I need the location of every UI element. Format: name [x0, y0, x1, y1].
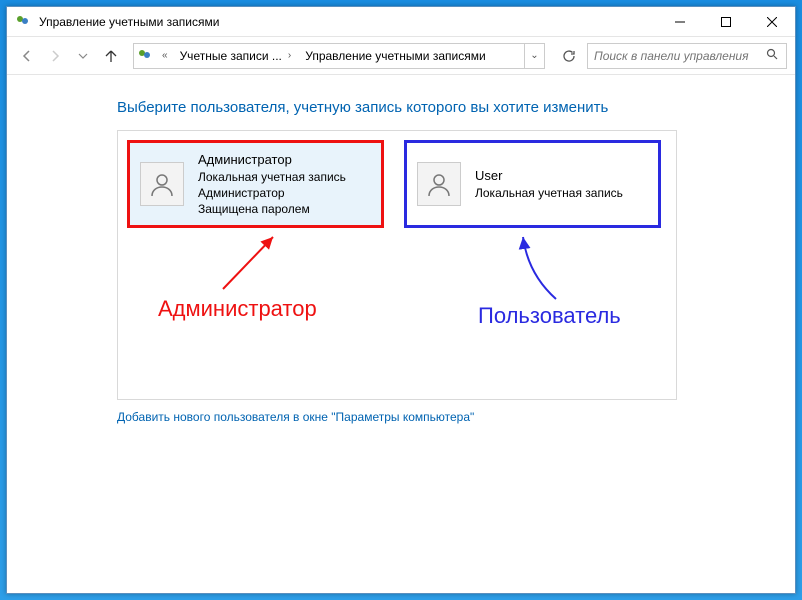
user-password-status: Защищена паролем: [198, 201, 346, 217]
chevron-right-icon: ›: [282, 50, 297, 61]
annotation-admin-label: Администратор: [158, 296, 317, 322]
add-user-link[interactable]: Добавить нового пользователя в окне "Пар…: [117, 410, 474, 424]
breadcrumb-chevron-icon[interactable]: «: [156, 50, 174, 61]
user-card-user[interactable]: User Локальная учетная запись: [405, 141, 660, 227]
avatar-icon: [140, 162, 184, 206]
window-controls: [657, 7, 795, 37]
breadcrumb-icon: [134, 48, 156, 64]
window-frame: Управление учетными записями: [6, 6, 796, 594]
back-button[interactable]: [15, 44, 39, 68]
user-role: Администратор: [198, 185, 346, 201]
breadcrumb[interactable]: « Учетные записи ... › Управление учетны…: [133, 43, 545, 69]
close-button[interactable]: [749, 7, 795, 37]
window-title: Управление учетными записями: [39, 15, 657, 29]
content-area: Выберите пользователя, учетную запись ко…: [7, 75, 795, 593]
avatar-icon: [417, 162, 461, 206]
navigation-bar: « Учетные записи ... › Управление учетны…: [7, 37, 795, 75]
app-icon: [15, 14, 31, 30]
user-name: Администратор: [198, 151, 346, 169]
user-name: User: [475, 167, 623, 185]
up-button[interactable]: [99, 44, 123, 68]
forward-button[interactable]: [43, 44, 67, 68]
recent-dropdown[interactable]: [71, 44, 95, 68]
user-list-panel: Администратор Локальная учетная запись А…: [117, 130, 677, 400]
user-card-admin[interactable]: Администратор Локальная учетная запись А…: [128, 141, 383, 227]
arrow-annotation-blue: [488, 229, 578, 309]
breadcrumb-label: Учетные записи ...: [180, 49, 282, 63]
user-info: Администратор Локальная учетная запись А…: [198, 151, 346, 217]
maximize-button[interactable]: [703, 7, 749, 37]
search-box[interactable]: [587, 43, 787, 69]
search-icon[interactable]: [762, 48, 782, 63]
breadcrumb-label: Управление учетными записями: [305, 49, 485, 63]
user-type: Локальная учетная запись: [198, 169, 346, 185]
annotation-user-label: Пользователь: [478, 303, 621, 329]
breadcrumb-seg-accounts[interactable]: Учетные записи ... ›: [174, 44, 300, 68]
minimize-button[interactable]: [657, 7, 703, 37]
arrow-annotation-red: [213, 229, 293, 299]
refresh-button[interactable]: [555, 43, 583, 69]
breadcrumb-dropdown[interactable]: ⌄: [524, 44, 544, 68]
breadcrumb-seg-manage[interactable]: Управление учетными записями: [299, 44, 487, 68]
user-type: Локальная учетная запись: [475, 185, 623, 201]
page-heading: Выберите пользователя, учетную запись ко…: [117, 99, 771, 116]
titlebar: Управление учетными записями: [7, 7, 795, 37]
user-info: User Локальная учетная запись: [475, 167, 623, 201]
search-input[interactable]: [592, 48, 762, 64]
